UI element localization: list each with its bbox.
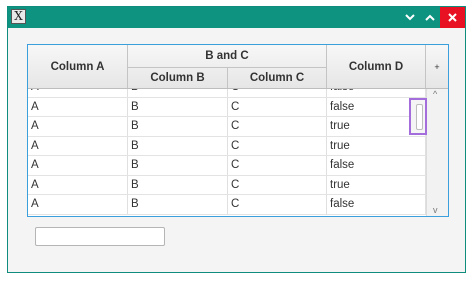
table-header: Column A B and C Column B Column C Colum… <box>28 45 448 89</box>
column-menu-button[interactable]: + <box>426 45 448 89</box>
table-row[interactable]: ABCfalse <box>28 156 426 176</box>
table-row[interactable]: ABCfalse <box>28 89 426 98</box>
cell-column-c[interactable]: C <box>228 156 327 175</box>
close-icon <box>448 13 457 22</box>
chevron-down-icon <box>405 14 415 21</box>
cell-column-b[interactable]: B <box>128 97 228 116</box>
header-column-b[interactable]: Column B <box>128 67 228 88</box>
cell-column-d[interactable]: false <box>327 195 426 214</box>
title-bar[interactable]: X <box>8 7 465 28</box>
header-column-a[interactable]: Column A <box>28 45 128 88</box>
scrollbar-thumb[interactable] <box>416 104 423 130</box>
cell-column-c[interactable]: C <box>228 89 327 97</box>
cell-column-a[interactable]: A <box>28 175 128 194</box>
vertical-scrollbar[interactable]: ^ v <box>426 89 448 216</box>
cell-column-b[interactable]: B <box>128 175 228 194</box>
cell-column-a[interactable]: A <box>28 156 128 175</box>
table-row[interactable]: ABCfalse <box>28 195 426 215</box>
cell-column-a[interactable]: A <box>28 97 128 116</box>
scroll-up-arrow-icon[interactable]: ^ <box>433 89 437 99</box>
close-button[interactable] <box>440 7 465 28</box>
header-column-d[interactable]: Column D <box>327 45 426 88</box>
plus-icon: + <box>434 62 440 72</box>
header-column-c[interactable]: Column C <box>228 67 327 88</box>
table-row[interactable]: A B Ctrue <box>28 117 426 137</box>
cell-column-a[interactable]: A <box>28 89 128 97</box>
table-row[interactable]: ABCfalse <box>28 97 426 117</box>
scrollbar-thumb-highlight[interactable] <box>409 98 427 135</box>
cell-column-b[interactable]: B <box>128 136 228 155</box>
cell-column-b[interactable]: B <box>128 117 228 136</box>
text-input[interactable] <box>35 227 165 246</box>
table-body: ABCfalseABCfalseABCtrueABCtrueABCfalseAB… <box>28 89 426 216</box>
app-icon: X <box>11 9 26 24</box>
header-group-b-and-c[interactable]: B and C <box>128 45 327 67</box>
table-row[interactable]: A B Ctrue <box>28 136 426 156</box>
scroll-down-arrow-icon[interactable]: v <box>433 205 438 215</box>
table-view[interactable]: Column A B and C Column B Column C Colum… <box>27 44 449 217</box>
maximize-button[interactable] <box>420 7 440 28</box>
cell-column-d[interactable]: false <box>327 89 426 97</box>
cell-column-b[interactable]: B <box>128 89 228 97</box>
cell-column-a[interactable]: A <box>28 136 128 155</box>
cell-column-c[interactable]: C <box>228 136 327 155</box>
chevron-up-icon <box>425 14 435 21</box>
cell-column-b[interactable]: B <box>128 156 228 175</box>
app-window: X Column A B and C Column B Column C Col… <box>7 6 466 273</box>
table-row[interactable]: A B Ctrue <box>28 175 426 195</box>
minimize-button[interactable] <box>400 7 420 28</box>
cell-column-d[interactable]: true <box>327 175 426 194</box>
cell-column-c[interactable]: C <box>228 97 327 116</box>
cell-column-d[interactable]: true <box>327 136 426 155</box>
cell-column-a[interactable]: A <box>28 195 128 214</box>
cell-column-b[interactable]: B <box>128 195 228 214</box>
cell-column-c[interactable]: C <box>228 117 327 136</box>
cell-column-d[interactable]: false <box>327 156 426 175</box>
cell-column-c[interactable]: C <box>228 175 327 194</box>
cell-column-c[interactable]: C <box>228 195 327 214</box>
cell-column-a[interactable]: A <box>28 117 128 136</box>
